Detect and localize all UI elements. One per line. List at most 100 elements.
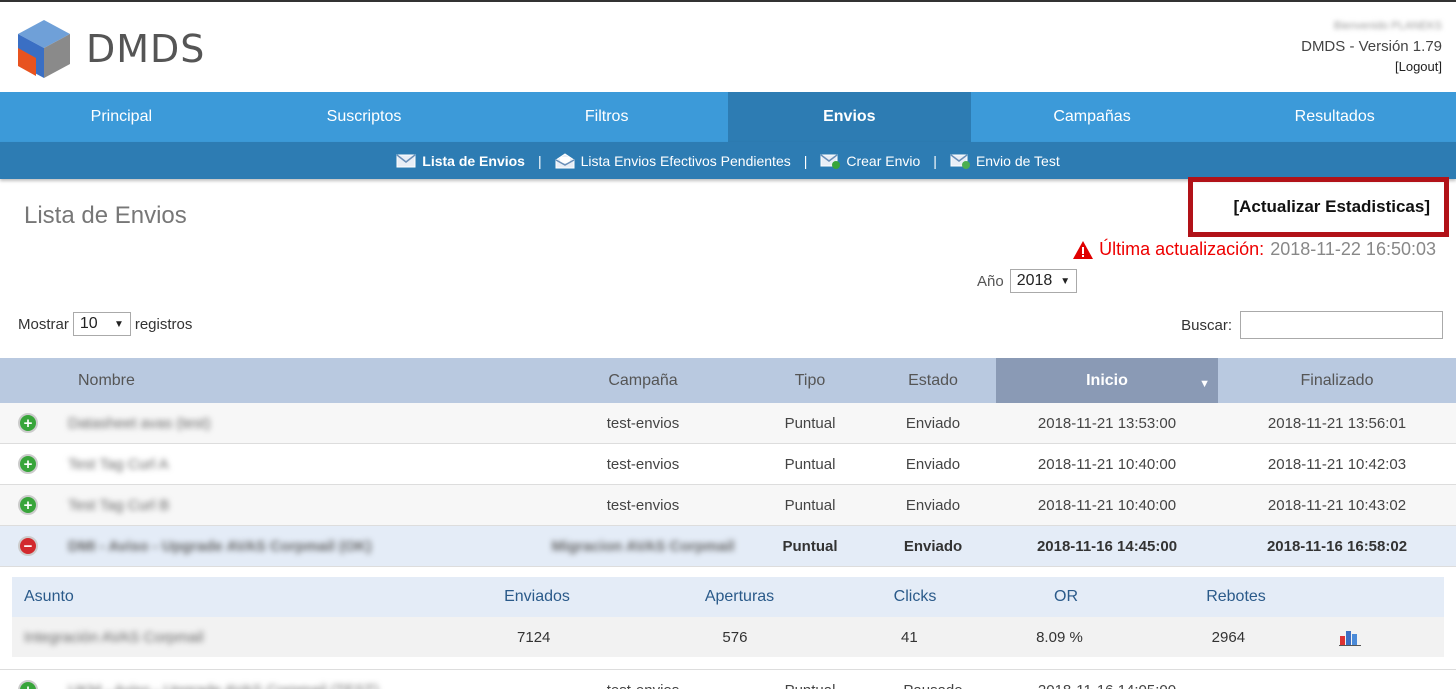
cell-estado: Enviado xyxy=(905,496,961,514)
subnav-label: Envio de Test xyxy=(975,152,1060,169)
row-toggle-cell: + xyxy=(0,485,56,525)
cell-nombre: UKM - Aviso - Upgrade AVAS Corpmail (TES… xyxy=(56,670,536,689)
nav-filtros[interactable]: Filtros xyxy=(485,92,728,142)
page-size-control: Mostrar 10 ▼ registros xyxy=(18,312,192,336)
detail-header-enviados: Enviados xyxy=(504,588,570,605)
table-header: Nombre Campaña Tipo Estado Inicio ▼ Fina… xyxy=(0,358,1456,403)
expand-plus-icon[interactable]: + xyxy=(18,680,38,689)
expand-plus-icon[interactable]: + xyxy=(18,413,38,433)
separator: | xyxy=(933,152,937,169)
detail-enviados: 7124 xyxy=(517,628,551,646)
app-header: DMDS Bienvenido PLANEKS DMDS - Versión 1… xyxy=(0,2,1456,90)
table-row[interactable]: + Test Tag Curl B test-envios Puntual En… xyxy=(0,485,1456,526)
subnav-label: Crear Envio xyxy=(846,152,921,169)
detail-asunto: Integración AVAS Corpmail xyxy=(24,628,204,646)
nav-envios[interactable]: Envios xyxy=(728,92,971,142)
envelope-icon xyxy=(396,153,416,167)
page-size-value: 10 xyxy=(79,315,98,332)
detail-header-aperturas: Aperturas xyxy=(704,588,775,605)
show-label: Mostrar xyxy=(18,315,69,333)
header-finalizado[interactable]: Finalizado xyxy=(1218,358,1456,403)
last-update: Última actualización: 2018-11-22 16:50:0… xyxy=(1072,239,1436,260)
detail-header-rebotes: Rebotes xyxy=(1206,588,1266,605)
subnav-label: Lista Envios Efectivos Pendientes xyxy=(580,152,791,169)
detail-header-or: OR xyxy=(1054,588,1078,605)
header-campana[interactable]: Campaña xyxy=(536,358,750,403)
separator: | xyxy=(803,152,808,169)
collapse-minus-icon[interactable]: − xyxy=(18,536,38,556)
row-toggle-cell: − xyxy=(0,526,56,566)
row-toggle-cell: + xyxy=(0,670,56,689)
cell-finalizado: 2018-11-21 10:42:03 xyxy=(1267,455,1407,473)
logo[interactable]: DMDS xyxy=(16,18,205,80)
envios-table: Nombre Campaña Tipo Estado Inicio ▼ Fina… xyxy=(0,358,1456,689)
row-detail-panel: Asunto Enviados Aperturas Clicks OR Rebo… xyxy=(0,567,1456,670)
nav-campanas[interactable]: Campañas xyxy=(971,92,1214,142)
envelope-test-icon xyxy=(950,153,970,169)
table-row[interactable]: + Test Tag Curl A test-envios Puntual En… xyxy=(0,444,1456,485)
logout-link[interactable]: [Logout] xyxy=(1301,59,1442,74)
nav-resultados[interactable]: Resultados xyxy=(1213,92,1456,142)
expand-plus-icon[interactable]: + xyxy=(18,454,38,474)
page-title: Lista de Envios xyxy=(24,202,187,229)
user-box: Bienvenido PLANEKS DMDS - Versión 1.79 [… xyxy=(1301,20,1442,74)
cell-tipo: Puntual xyxy=(784,414,836,432)
show-suffix: registros xyxy=(134,315,193,333)
last-update-label: Última actualización: xyxy=(1099,239,1265,259)
version-text: DMDS - Versión 1.79 xyxy=(1301,38,1442,55)
cell-inicio: 2018-11-16 14:45:00 xyxy=(1036,537,1178,555)
header-nombre[interactable]: Nombre xyxy=(56,358,536,403)
nav-suscriptos[interactable]: Suscriptos xyxy=(243,92,486,142)
detail-rebotes: 2964 xyxy=(1211,628,1246,646)
dropdown-arrow-icon: ▼ xyxy=(113,318,124,330)
cell-estado: Enviado xyxy=(903,537,963,555)
detail-header: Asunto Enviados Aperturas Clicks OR Rebo… xyxy=(12,577,1444,617)
subnav-crear-envio[interactable]: Crear Envio xyxy=(820,153,920,169)
dropdown-arrow-icon: ▼ xyxy=(1060,275,1071,287)
subnav-envio-test[interactable]: Envio de Test xyxy=(950,153,1060,169)
welcome-text: Bienvenido PLANEKS xyxy=(1333,20,1442,32)
cube-logo-icon xyxy=(18,20,70,78)
cell-finalizado: 2018-11-16 16:58:02 xyxy=(1266,537,1408,555)
subnav-pendientes[interactable]: Lista Envios Efectivos Pendientes xyxy=(555,153,791,169)
bar-chart-icon[interactable] xyxy=(1338,628,1361,646)
cell-tipo: Puntual xyxy=(784,496,836,514)
cell-tipo: Puntual xyxy=(782,537,838,555)
cell-inicio: 2018-11-16 14:05:00 xyxy=(996,670,1218,689)
cell-nombre: DMI - Aviso - Upgrade AVAS Corpmail (OK) xyxy=(68,537,372,555)
cell-campana: test-envios xyxy=(606,455,680,473)
cell-campana: Migracion AVAS Corpmail xyxy=(551,537,735,555)
search-input[interactable] xyxy=(1240,311,1443,339)
header-estado[interactable]: Estado xyxy=(870,358,996,403)
cell-inicio: 2018-11-21 10:40:00 xyxy=(1037,455,1177,473)
cell-finalizado: 2018-11-21 10:43:02 xyxy=(1267,496,1407,514)
refresh-stats-link[interactable]: [Actualizar Estadisticas] xyxy=(1233,197,1430,217)
header-inicio[interactable]: Inicio ▼ xyxy=(996,358,1218,403)
table-row[interactable]: + Datasheet avas (test) test-envios Punt… xyxy=(0,403,1456,444)
table-row[interactable]: + UKM - Aviso - Upgrade AVAS Corpmail (T… xyxy=(0,670,1456,689)
expand-plus-icon[interactable]: + xyxy=(18,495,38,515)
sort-desc-icon: ▼ xyxy=(1199,378,1210,390)
subnav-lista-envios[interactable]: Lista de Envios xyxy=(396,153,525,169)
table-row-expanded[interactable]: − DMI - Aviso - Upgrade AVAS Corpmail (O… xyxy=(0,526,1456,567)
year-label: Año xyxy=(977,272,1004,290)
detail-aperturas: 576 xyxy=(722,628,748,646)
detail-header-asunto: Asunto xyxy=(24,588,74,605)
search-control: Buscar: xyxy=(1181,311,1443,339)
detail-clicks: 41 xyxy=(901,628,918,646)
open-envelope-icon xyxy=(555,152,575,168)
year-select[interactable]: 2018 ▼ xyxy=(1009,269,1078,293)
detail-or: 8.09 % xyxy=(1036,628,1083,646)
page-size-select[interactable]: 10 ▼ xyxy=(72,312,131,336)
cell-estado: Pausado xyxy=(870,670,996,689)
row-toggle-cell: + xyxy=(0,403,56,443)
detail-header-clicks: Clicks xyxy=(893,588,937,605)
envelope-add-icon xyxy=(820,153,841,169)
cell-nombre: Test Tag Curl B xyxy=(68,496,170,514)
cell-campana: test-envios xyxy=(606,414,680,432)
cell-nombre: Datasheet avas (test) xyxy=(68,414,211,432)
header-tipo[interactable]: Tipo xyxy=(750,358,870,403)
row-toggle-cell: + xyxy=(0,444,56,484)
nav-principal[interactable]: Principal xyxy=(0,92,243,142)
main-nav: Principal Suscriptos Filtros Envios Camp… xyxy=(0,92,1456,142)
